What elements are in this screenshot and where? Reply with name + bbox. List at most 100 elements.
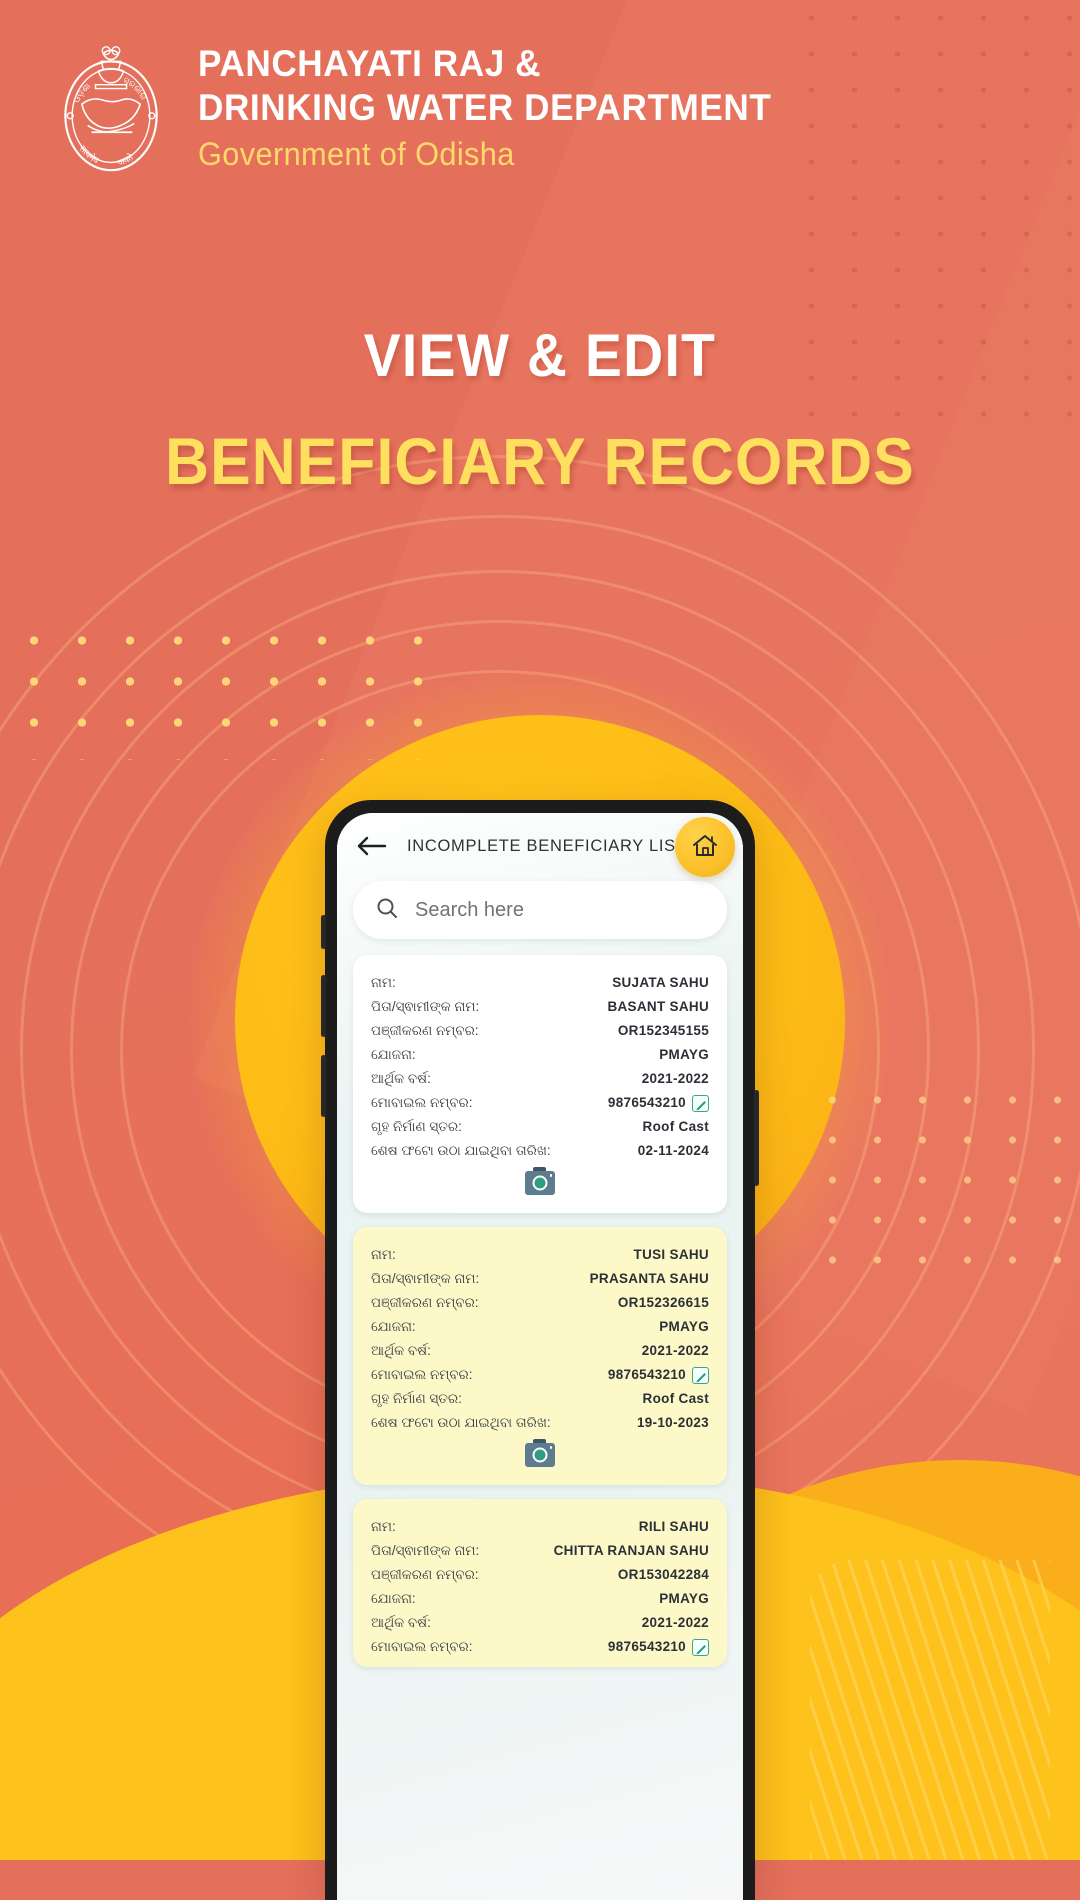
label-father-husband: ପିତା/ସ୍ଵାମୀଙ୍କ ନାମ: bbox=[371, 999, 480, 1015]
phone-button-mute bbox=[321, 915, 326, 949]
field-row-scheme: ଯୋଜନା: PMAYG bbox=[371, 1587, 709, 1611]
value-name: RILI SAHU bbox=[638, 1519, 709, 1535]
value-name: SUJATA SAHU bbox=[612, 975, 709, 990]
label-scheme: ଯୋଜନା: bbox=[371, 1047, 416, 1063]
beneficiary-list[interactable]: ନାମ: SUJATA SAHU ପିତା/ସ୍ଵାମୀଙ୍କ ନାମ: BAS… bbox=[337, 955, 743, 1668]
search-placeholder: Search here bbox=[415, 898, 524, 921]
home-icon bbox=[690, 831, 720, 864]
camera-flash-dot bbox=[549, 1446, 552, 1449]
value-father-husband: BASANT SAHU bbox=[607, 999, 709, 1015]
value-mobile-no: 9876543210 bbox=[607, 1367, 686, 1383]
value-construction-stage: Roof Cast bbox=[642, 1119, 709, 1135]
field-row-registration-no: ପଞ୍ଜୀକରଣ ନମ୍ବର: OR153042284 bbox=[371, 1563, 709, 1587]
value-mobile-no: 9876543210 bbox=[607, 1639, 686, 1655]
promo-title-line1: VIEW & EDIT bbox=[363, 322, 717, 389]
label-scheme: ଯୋଜନା: bbox=[371, 1591, 416, 1607]
label-registration-no: ପଞ୍ଜୀକରଣ ନମ୍ବର: bbox=[371, 1567, 479, 1583]
phone-button-volume-down bbox=[321, 1055, 326, 1117]
field-row-name: ନାମ: TUSI SAHU bbox=[371, 1243, 709, 1267]
beneficiary-card[interactable]: ନାମ: RILI SAHU ପିତା/ସ୍ଵାମୀଙ୍କ ନାମ: CHITT… bbox=[353, 1499, 727, 1668]
edit-pencil-icon[interactable] bbox=[692, 1638, 709, 1656]
search-icon bbox=[375, 896, 399, 925]
field-row-construction-stage: ଗୃହ ନିର୍ମାଣ ସ୍ତର: Roof Cast bbox=[371, 1387, 709, 1411]
value-name: TUSI SAHU bbox=[633, 1247, 709, 1263]
value-father-husband: PRASANTA SAHU bbox=[589, 1271, 709, 1287]
value-financial-year: 2021-2022 bbox=[641, 1343, 709, 1359]
field-row-mobile-no: ମୋବାଇଲ ନମ୍ବର: 9876543210 bbox=[371, 1635, 709, 1659]
dept-title-line2: DRINKING WATER DEPARTMENT bbox=[198, 86, 772, 128]
label-scheme: ଯୋଜନା: bbox=[371, 1319, 416, 1335]
value-financial-year: 2021-2022 bbox=[641, 1615, 709, 1631]
label-father-husband: ପିତା/ସ୍ଵାମୀଙ୍କ ନାମ: bbox=[371, 1543, 480, 1559]
app-bar: INCOMPLETE BENEFICIARY LIST bbox=[337, 813, 743, 877]
search-input[interactable]: Search here bbox=[353, 881, 727, 939]
edit-pencil-icon[interactable] bbox=[692, 1366, 709, 1384]
field-row-mobile-no: ମୋବାଇଲ ନମ୍ବର: 9876543210 bbox=[371, 1091, 709, 1115]
label-mobile-no: ମୋବାଇଲ ନମ୍ବର: bbox=[371, 1367, 473, 1383]
hatch-lines-decoration bbox=[810, 1560, 1050, 1860]
value-construction-stage: Roof Cast bbox=[642, 1391, 709, 1407]
camera-lens bbox=[532, 1447, 548, 1463]
phone-screen: INCOMPLETE BENEFICIARY LIST Search here … bbox=[337, 813, 743, 1900]
beneficiary-card[interactable]: ନାମ: SUJATA SAHU ପିତା/ସ୍ଵାମୀଙ୍କ ନାମ: BAS… bbox=[353, 955, 727, 1214]
label-mobile-no: ମୋବାଇଲ ନମ୍ବର: bbox=[371, 1095, 473, 1111]
label-construction-stage: ଗୃହ ନିର୍ମାଣ ସ୍ତର: bbox=[371, 1391, 462, 1407]
beneficiary-card[interactable]: ନାମ: TUSI SAHU ପିତା/ସ୍ଵାମୀଙ୍କ ନାମ: PRASA… bbox=[353, 1227, 727, 1486]
field-row-scheme: ଯୋଜନା: PMAYG bbox=[371, 1315, 709, 1339]
dept-title-line1: PANCHAYATI RAJ & bbox=[198, 43, 542, 84]
value-registration-no: OR152345155 bbox=[617, 1023, 709, 1039]
label-financial-year: ଆର୍ଥିକ ବର୍ଷ: bbox=[371, 1615, 431, 1631]
label-registration-no: ପଞ୍ଜୀକରଣ ନମ୍ବର: bbox=[371, 1023, 479, 1039]
field-row-financial-year: ଆର୍ଥିକ ବର୍ଷ: 2021-2022 bbox=[371, 1611, 709, 1635]
phone-button-power bbox=[754, 1090, 759, 1186]
field-row-construction-stage: ଗୃହ ନିର୍ମାଣ ସ୍ତର: Roof Cast bbox=[371, 1115, 709, 1139]
label-registration-no: ପଞ୍ଜୀକରଣ ନମ୍ବର: bbox=[371, 1295, 479, 1311]
home-button[interactable] bbox=[675, 817, 735, 877]
field-row-scheme: ଯୋଜନା: PMAYG bbox=[371, 1043, 709, 1067]
camera-icon[interactable] bbox=[525, 1439, 555, 1468]
field-row-registration-no: ପଞ୍ଜୀକରଣ ନମ୍ବର: OR152326615 bbox=[371, 1291, 709, 1315]
value-financial-year: 2021-2022 bbox=[641, 1071, 709, 1087]
value-father-husband: CHITTA RANJAN SAHU bbox=[553, 1543, 709, 1559]
field-row-financial-year: ଆର୍ଥିକ ବର୍ଷ: 2021-2022 bbox=[371, 1067, 709, 1091]
field-row-last-photo-date: ଶେଷ ଫଟୋ ଉଠା ଯାଇଥିବା ତାରିଖ: 02-11-2024 bbox=[371, 1139, 709, 1163]
field-row-last-photo-date: ଶେଷ ଫଟୋ ଉଠା ଯାଇଥିବା ତାରିଖ: 19-10-2023 bbox=[371, 1411, 709, 1435]
odisha-state-emblem-icon: ଓଡ଼ିଶା ସରକାର सत्यमेव जयते bbox=[52, 40, 170, 176]
label-financial-year: ଆର୍ଥିକ ବର୍ଷ: bbox=[371, 1071, 431, 1087]
value-registration-no: OR152326615 bbox=[617, 1295, 709, 1311]
label-name: ନାମ: bbox=[371, 975, 396, 990]
label-mobile-no: ମୋବାଇଲ ନମ୍ବର: bbox=[371, 1639, 473, 1655]
label-father-husband: ପିତା/ସ୍ଵାମୀଙ୍କ ନାମ: bbox=[371, 1271, 480, 1287]
value-scheme: PMAYG bbox=[659, 1591, 709, 1607]
value-mobile-no: 9876543210 bbox=[607, 1095, 686, 1111]
camera-icon[interactable] bbox=[525, 1167, 555, 1196]
field-row-father-husband: ପିତା/ସ୍ଵାମୀଙ୍କ ନାମ: BASANT SAHU bbox=[371, 995, 709, 1019]
label-name: ନାମ: bbox=[371, 1519, 396, 1535]
value-last-photo-date: 19-10-2023 bbox=[636, 1415, 709, 1431]
label-construction-stage: ଗୃହ ନିର୍ମାଣ ସ୍ତର: bbox=[371, 1119, 462, 1135]
value-registration-no: OR153042284 bbox=[617, 1567, 709, 1583]
camera-action[interactable] bbox=[371, 1163, 709, 1205]
promo-title-block: VIEW & EDIT BENEFICIARY RECORDS bbox=[0, 322, 1080, 498]
field-row-father-husband: ପିତା/ସ୍ଵାମୀଙ୍କ ନାମ: PRASANTA SAHU bbox=[371, 1267, 709, 1291]
dot-grid-left bbox=[10, 620, 430, 760]
phone-button-volume-up bbox=[321, 975, 326, 1037]
label-last-photo-date: ଶେଷ ଫଟୋ ଉଠା ଯାଇଥିବା ତାରିଖ: bbox=[371, 1415, 551, 1431]
label-financial-year: ଆର୍ଥିକ ବର୍ଷ: bbox=[371, 1343, 431, 1359]
field-row-registration-no: ପଞ୍ଜୀକରଣ ନମ୍ବର: OR152345155 bbox=[371, 1019, 709, 1043]
value-scheme: PMAYG bbox=[659, 1047, 709, 1063]
field-row-financial-year: ଆର୍ଥିକ ବର୍ଷ: 2021-2022 bbox=[371, 1339, 709, 1363]
edit-pencil-icon[interactable] bbox=[692, 1094, 709, 1112]
promo-title-line2: BENEFICIARY RECORDS bbox=[165, 424, 915, 498]
brand-header: ଓଡ଼ିଶା ସରକାର सत्यमेव जयते PANCHAYATI RAJ… bbox=[52, 36, 802, 181]
camera-flash-dot bbox=[549, 1174, 552, 1177]
value-last-photo-date: 02-11-2024 bbox=[637, 1143, 709, 1159]
field-row-name: ନାମ: RILI SAHU bbox=[371, 1515, 709, 1539]
value-scheme: PMAYG bbox=[659, 1319, 709, 1335]
phone-mockup: INCOMPLETE BENEFICIARY LIST Search here … bbox=[321, 800, 759, 1900]
camera-lens bbox=[532, 1175, 548, 1191]
label-last-photo-date: ଶେଷ ଫଟୋ ଉଠା ଯାଇଥିବା ତାରିଖ: bbox=[371, 1143, 551, 1159]
camera-action[interactable] bbox=[371, 1435, 709, 1477]
field-row-father-husband: ପିତା/ସ୍ଵାମୀଙ୍କ ନାମ: CHITTA RANJAN SAHU bbox=[371, 1539, 709, 1563]
back-arrow-icon[interactable] bbox=[355, 833, 389, 859]
